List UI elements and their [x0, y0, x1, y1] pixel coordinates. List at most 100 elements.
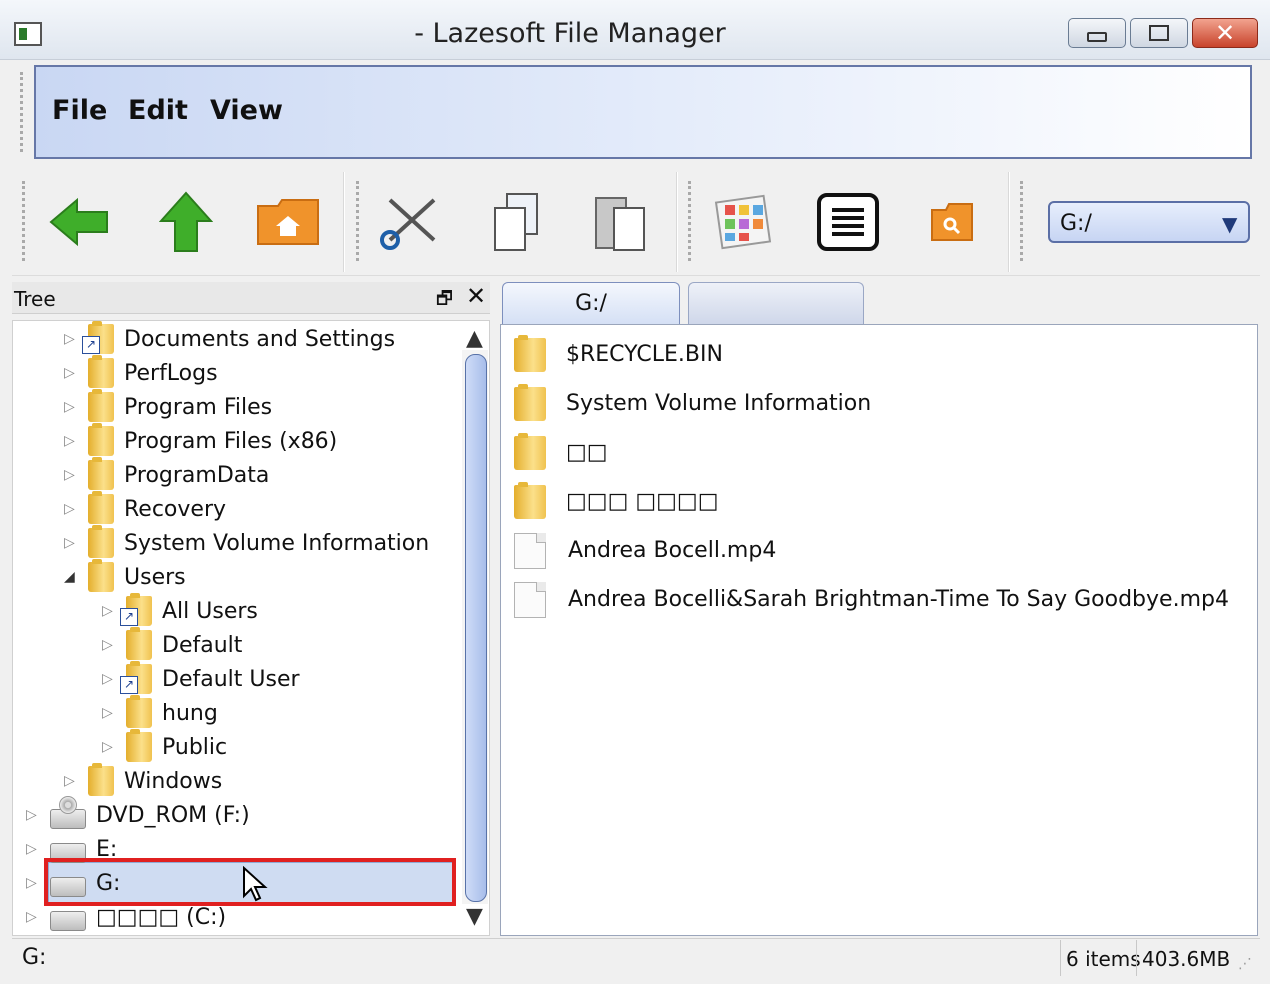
float-panel-icon[interactable]: 🗗: [436, 286, 453, 316]
expand-icon[interactable]: ▷: [64, 467, 78, 483]
close-panel-icon[interactable]: ✕: [466, 282, 486, 310]
resize-grip-icon[interactable]: ⋰: [1238, 956, 1252, 972]
paste-button[interactable]: [584, 188, 656, 256]
file-list-item[interactable]: Andrea Bocell.mp4: [502, 526, 1229, 575]
tree-item-label: System Volume Information: [124, 530, 430, 556]
tree-item[interactable]: ▷ All Users: [64, 593, 429, 628]
window-title: - Lazesoft File Manager: [414, 18, 726, 49]
tree-item-label: All Users: [162, 598, 258, 624]
file-list-item[interactable]: $RECYCLE.BIN: [502, 330, 1229, 379]
expand-icon[interactable]: ▷: [64, 501, 78, 517]
file-name: □□□ □□□□: [566, 489, 719, 514]
folder-icon: [88, 763, 114, 796]
expand-icon[interactable]: ▷: [102, 637, 116, 653]
folder-icon: [126, 729, 152, 762]
tree-header: [12, 282, 490, 314]
expand-icon[interactable]: ▷: [64, 365, 78, 381]
tree-item-label: □□□□ (C:): [96, 904, 227, 930]
back-button[interactable]: [44, 188, 116, 256]
file-name: Andrea Bocelli&Sarah Brightman-Time To S…: [568, 587, 1229, 612]
tree-item[interactable]: ▷ Documents and Settings: [64, 321, 429, 356]
up-button[interactable]: [150, 188, 222, 256]
close-icon: ✕: [1214, 19, 1236, 47]
tree-item[interactable]: ▷ hung: [64, 695, 429, 730]
toolbar-separator: [343, 172, 345, 272]
toolbar-grip[interactable]: [22, 181, 25, 261]
search-folder-icon: [931, 203, 973, 241]
menu-edit[interactable]: Edit: [128, 95, 188, 126]
list-view-button[interactable]: [812, 188, 884, 256]
tree-item[interactable]: ▷ PerfLogs: [64, 355, 429, 390]
tree-item[interactable]: ▷ ProgramData: [64, 457, 429, 492]
status-path: G:: [22, 945, 47, 970]
toolbar-grip[interactable]: [356, 181, 359, 261]
scrollbar-thumb[interactable]: [465, 354, 487, 902]
menu-view[interactable]: View: [210, 95, 283, 126]
maximize-icon: [1149, 25, 1169, 41]
file-list-item[interactable]: Andrea Bocelli&Sarah Brightman-Time To S…: [502, 575, 1229, 624]
expand-icon[interactable]: ▷: [64, 399, 78, 415]
file-name: □□: [566, 440, 608, 465]
tree-title: Tree: [14, 287, 56, 311]
file-list-item[interactable]: □□□ □□□□: [502, 477, 1229, 526]
back-icon: [49, 197, 108, 247]
file-name: $RECYCLE.BIN: [566, 342, 723, 367]
collapse-icon[interactable]: ◢: [64, 569, 78, 585]
expand-icon[interactable]: ▷: [64, 331, 78, 347]
expand-icon[interactable]: ▷: [102, 671, 116, 687]
tree-item-label: Users: [124, 564, 186, 590]
expand-icon[interactable]: ▷: [26, 875, 40, 891]
expand-icon[interactable]: ▷: [26, 807, 40, 823]
tree-item-label: PerfLogs: [124, 360, 218, 386]
expand-icon[interactable]: ▷: [64, 773, 78, 789]
scroll-up-icon[interactable]: ▲: [466, 326, 483, 351]
tree-item[interactable]: ▷ Windows: [64, 763, 429, 798]
toolbar-grip[interactable]: [688, 181, 691, 261]
tree-item-label: Recovery: [124, 496, 227, 522]
folder-icon: [126, 627, 152, 660]
tree-item[interactable]: ◢ Users: [64, 559, 429, 594]
thumbnail-view-button[interactable]: [708, 188, 780, 256]
folder-shortcut-icon: [120, 593, 152, 626]
expand-icon[interactable]: ▷: [102, 705, 116, 721]
dvd-drive-icon: [50, 796, 86, 829]
expand-icon[interactable]: ▷: [64, 535, 78, 551]
tab-empty[interactable]: [688, 282, 864, 324]
expand-icon[interactable]: ▷: [64, 433, 78, 449]
minimize-button[interactable]: [1068, 18, 1126, 48]
tree-item-label: Program Files (x86): [124, 428, 338, 454]
tree-item[interactable]: ▷ System Volume Information: [64, 525, 430, 560]
toolbar-grip[interactable]: [1020, 181, 1023, 261]
expand-icon[interactable]: ▷: [26, 841, 40, 857]
tree-item[interactable]: ▷ DVD_ROM (F:): [26, 796, 429, 832]
list-view-icon: [817, 193, 879, 251]
tree-item[interactable]: ▷ Public: [64, 729, 429, 764]
close-button[interactable]: ✕: [1192, 18, 1258, 48]
expand-icon[interactable]: ▷: [102, 739, 116, 755]
tree-item[interactable]: ▷ Default: [64, 627, 429, 662]
menu-file[interactable]: File: [52, 95, 107, 126]
cut-button[interactable]: [376, 188, 448, 256]
expand-icon[interactable]: ▷: [26, 909, 40, 925]
tree-item-label: Windows: [124, 768, 223, 794]
thumbnail-view-icon: [714, 194, 772, 250]
search-folder-button[interactable]: [916, 188, 988, 256]
tree-item-label: Default User: [162, 666, 300, 692]
tab-g-drive[interactable]: G:/: [502, 282, 680, 324]
file-list-item[interactable]: System Volume Information: [502, 379, 1229, 428]
file-list-item[interactable]: □□: [502, 428, 1229, 477]
menu-grip[interactable]: [20, 72, 23, 152]
folder-icon: [88, 457, 114, 490]
drive-select[interactable]: G:/: [1048, 201, 1250, 243]
tree-item[interactable]: ▷ Recovery: [64, 491, 429, 526]
home-folder-button[interactable]: [252, 188, 324, 256]
chevron-down-icon[interactable]: ▼: [1222, 212, 1237, 236]
tree-item[interactable]: ▷ Program Files: [64, 389, 429, 424]
maximize-button[interactable]: [1130, 18, 1188, 48]
tree-item[interactable]: ▷ Program Files (x86): [64, 423, 429, 458]
copy-button[interactable]: [480, 188, 552, 256]
scroll-down-icon[interactable]: ▼: [466, 904, 483, 929]
folder-icon: [514, 481, 546, 519]
expand-icon[interactable]: ▷: [102, 603, 116, 619]
tree-item[interactable]: ▷ Default User: [64, 661, 429, 696]
